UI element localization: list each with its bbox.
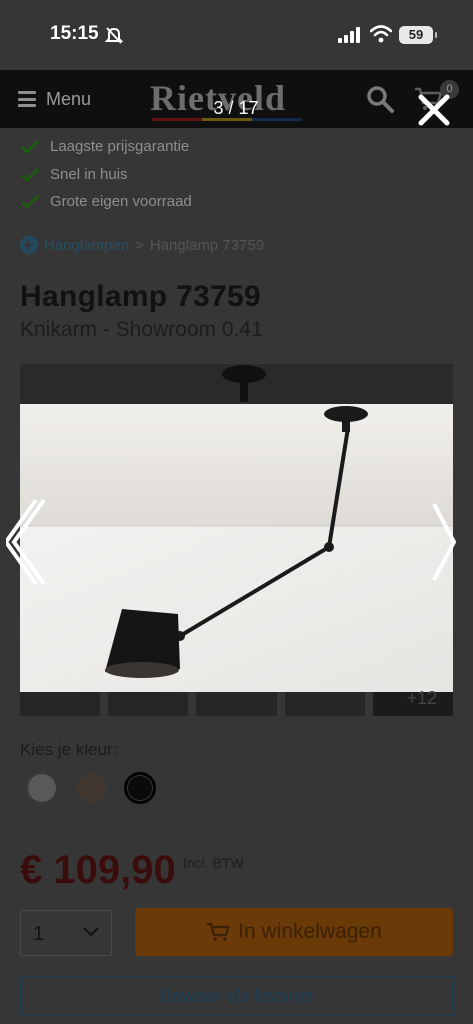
cart-icon	[207, 922, 230, 941]
signal-icon	[338, 27, 360, 43]
previous-image-icon[interactable]	[6, 496, 50, 588]
product-page-with-lightbox: 15:15 59 Menu Rietveld 0 3 / 17 Laagste …	[0, 0, 473, 1024]
menu-button[interactable]: Menu	[18, 86, 91, 112]
thumbnail[interactable]	[108, 692, 189, 716]
check-icon	[20, 139, 40, 154]
status-bar: 15:15 59	[0, 0, 473, 70]
page-title: Hanglamp 73759	[20, 280, 261, 313]
quantity-select[interactable]: 1	[20, 910, 112, 956]
next-image-icon[interactable]	[430, 500, 458, 584]
hamburger-icon	[18, 91, 36, 107]
usp-label: Grote eigen voorraad	[50, 193, 192, 210]
bell-muted-icon	[104, 27, 124, 44]
lamp-photo	[20, 404, 453, 692]
wifi-icon	[370, 25, 392, 43]
battery-indicator: 59	[399, 26, 437, 44]
usp-item: Laagste prijsgarantie	[20, 138, 189, 155]
save-favorite-label: Bewaar als favoriet	[159, 985, 314, 1006]
vat-note: Incl. BTW	[183, 855, 244, 871]
status-time: 15:15	[50, 23, 99, 44]
check-icon	[20, 167, 40, 182]
breadcrumb-link-hanglampen[interactable]: Hanglampen	[44, 237, 129, 254]
close-icon[interactable]	[416, 92, 452, 128]
breadcrumb: Hanglampen > Hanglamp 73759	[20, 236, 264, 254]
thumbnail-more-count: +12	[406, 688, 438, 708]
usp-label: Laagste prijsgarantie	[50, 138, 190, 155]
add-to-cart-label: In winkelwagen	[238, 920, 382, 943]
usp-item: Grote eigen voorraad	[20, 193, 192, 210]
color-swatch-grey-fill	[28, 774, 56, 802]
gallery-background	[20, 364, 453, 404]
save-favorite-button[interactable]: Bewaar als favoriet	[20, 976, 453, 1016]
breadcrumb-separator: >	[135, 236, 144, 254]
thumbnail-more[interactable]: +12	[372, 688, 454, 716]
product-subtitle: Knikarm - Showroom 0.41	[20, 318, 263, 341]
color-swatch-brown-fill	[78, 774, 106, 802]
usp-item: Snel in huis	[20, 166, 128, 183]
image-counter: 3 / 17	[213, 98, 259, 118]
menu-label: Menu	[46, 88, 92, 109]
thumbnail[interactable]	[196, 692, 277, 716]
product-price: € 109,90	[20, 848, 176, 892]
breadcrumb-current: Hanglamp 73759	[149, 236, 265, 254]
color-swatch-black-fill	[128, 776, 152, 800]
check-icon	[20, 194, 40, 209]
thumbnail[interactable]	[284, 692, 365, 716]
product-image[interactable]	[20, 404, 453, 692]
ceiling-canopy-dimmed	[222, 365, 266, 402]
thumbnail[interactable]	[20, 692, 101, 716]
usp-label: Snel in huis	[50, 166, 128, 183]
back-arrow-icon[interactable]	[20, 236, 38, 254]
search-icon[interactable]	[365, 84, 395, 114]
color-label: Kies je kleur:	[20, 740, 118, 759]
quantity-value: 1	[33, 923, 45, 945]
add-to-cart-button[interactable]: In winkelwagen	[135, 908, 453, 956]
chevron-down-icon	[83, 927, 99, 937]
thumbnail-strip: +12	[20, 688, 454, 716]
